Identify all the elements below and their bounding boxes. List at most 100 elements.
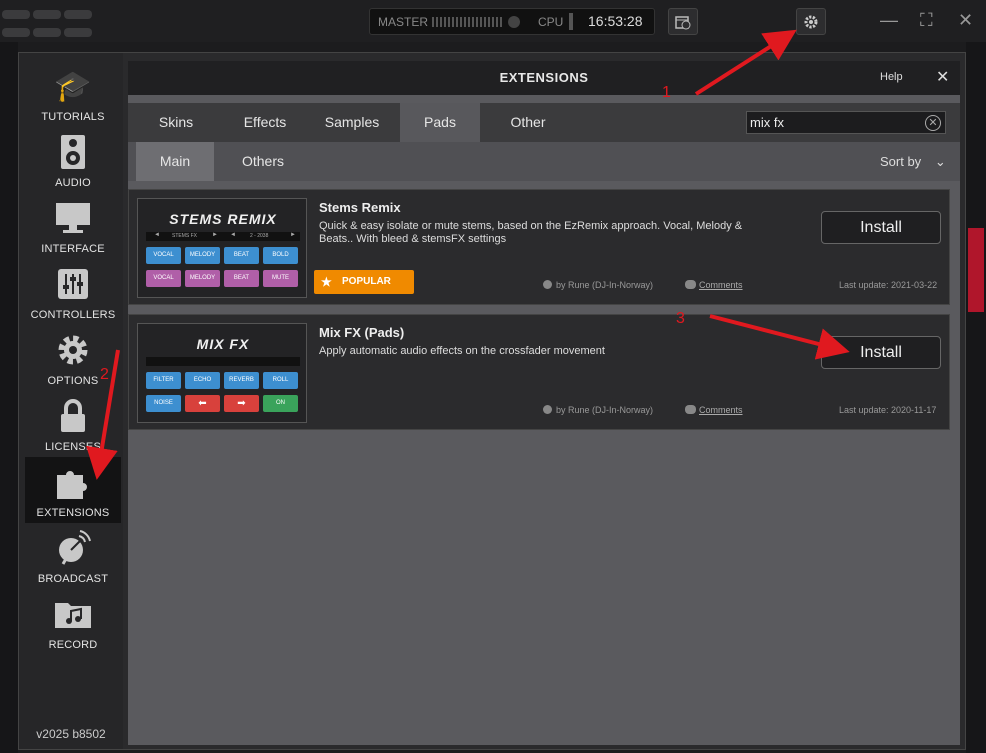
comment-icon bbox=[685, 405, 696, 414]
sub-tabs: Main Others Sort by ⌄ bbox=[128, 142, 960, 181]
pad-beat: BEAT bbox=[224, 247, 259, 264]
settings-dialog: 🎓 TUTORIALS AUDIO INTERFACE CONTROLLERS bbox=[18, 52, 966, 750]
minimize-icon[interactable]: — bbox=[880, 10, 898, 31]
sidebar-item-label: LICENSES bbox=[44, 441, 101, 453]
subtab-main[interactable]: Main bbox=[136, 142, 214, 181]
page-title: EXTENSIONS bbox=[499, 70, 589, 85]
extension-thumbnail: MIX FX FILTER ECHO REVERB ROLL NOISE ⬅ ➡… bbox=[137, 323, 307, 423]
extension-card-mix-fx: MIX FX FILTER ECHO REVERB ROLL NOISE ⬅ ➡… bbox=[128, 314, 950, 430]
gear-icon bbox=[49, 331, 97, 369]
search-input[interactable] bbox=[750, 114, 920, 131]
sidebar-item-label: AUDIO bbox=[55, 177, 91, 189]
extension-thumbnail: STEMS REMIX ◄ STEMS FX ► ◄ 2 - 2038 ► VO… bbox=[137, 198, 307, 298]
annotation-number: 3 bbox=[676, 310, 685, 327]
pad-echo: ECHO bbox=[185, 372, 220, 389]
star-icon: ★ bbox=[321, 275, 332, 289]
background-red-panel bbox=[968, 228, 984, 312]
graduation-cap-icon: 🎓 bbox=[54, 69, 92, 103]
pad-reverb: REVERB bbox=[224, 372, 259, 389]
sidebar-item-licenses[interactable]: LICENSES bbox=[25, 391, 121, 457]
calendar-clock-icon[interactable] bbox=[668, 8, 698, 35]
pad-filter: FILTER bbox=[146, 372, 181, 389]
thumbnail-title: MIX FX bbox=[196, 336, 250, 352]
background-app-right bbox=[966, 42, 986, 753]
category-tabs: Skins Effects Samples Pads Other ✕ bbox=[128, 103, 960, 142]
master-led-icon bbox=[508, 16, 520, 28]
pad-on: ON bbox=[263, 395, 298, 412]
help-link[interactable]: Help bbox=[880, 71, 903, 83]
pad-bold: BOLD bbox=[263, 247, 298, 264]
master-label: MASTER bbox=[378, 15, 429, 29]
sliders-icon bbox=[49, 265, 97, 303]
strip-text: STEMS FX bbox=[172, 233, 198, 239]
chevron-down-icon: ⌄ bbox=[934, 154, 946, 169]
sort-dropdown[interactable]: Sort by ⌄ bbox=[880, 154, 946, 170]
comments-text[interactable]: Comments bbox=[699, 280, 743, 290]
pad-vocal: VOCAL bbox=[146, 270, 181, 287]
extension-description: Quick & easy isolate or mute stems, base… bbox=[319, 220, 743, 245]
strip-text: ◄ bbox=[154, 232, 160, 238]
maximize-icon[interactable]: ⛶ bbox=[920, 10, 933, 31]
pad-mute: MUTE bbox=[263, 270, 298, 287]
sort-label: Sort by bbox=[880, 154, 922, 169]
top-bar: MASTER CPU 16:53:28 — ⛶ ✕ bbox=[0, 0, 986, 42]
comments-text[interactable]: Comments bbox=[699, 405, 743, 415]
extension-card-stems-remix: STEMS REMIX ◄ STEMS FX ► ◄ 2 - 2038 ► VO… bbox=[128, 189, 950, 305]
strip-text: ► bbox=[290, 232, 296, 238]
version-label: v2025 b8502 bbox=[36, 727, 106, 741]
sidebar-item-record[interactable]: RECORD bbox=[25, 589, 121, 655]
panel-header: EXTENSIONS Help ✕ bbox=[128, 61, 960, 95]
tab-effects[interactable]: Effects bbox=[232, 103, 298, 142]
extension-title: Mix FX (Pads) bbox=[319, 325, 405, 340]
pad-melody: MELODY bbox=[185, 247, 220, 264]
tab-other[interactable]: Other bbox=[496, 103, 560, 142]
clock: 16:53:28 bbox=[588, 13, 643, 29]
gear-icon bbox=[804, 15, 818, 28]
thumbnail-strip bbox=[146, 357, 300, 366]
sidebar-item-interface[interactable]: INTERFACE bbox=[25, 193, 121, 259]
menu-icon[interactable] bbox=[2, 10, 95, 40]
tab-pads[interactable]: Pads bbox=[400, 103, 480, 142]
author-text: by Rune (DJ-In-Norway) bbox=[556, 280, 654, 290]
tab-skins[interactable]: Skins bbox=[144, 103, 208, 142]
master-meter bbox=[432, 17, 502, 27]
strip-text: ◄ bbox=[230, 232, 236, 238]
status-box: MASTER CPU 16:53:28 bbox=[369, 8, 655, 35]
thumbnail-strip: ◄ STEMS FX ► ◄ 2 - 2038 ► bbox=[146, 232, 300, 241]
lock-icon bbox=[49, 397, 97, 435]
comments-link[interactable]: Comments bbox=[685, 405, 743, 415]
strip-text: 2 - 2038 bbox=[250, 233, 269, 239]
sidebar-item-extensions[interactable]: EXTENSIONS bbox=[25, 457, 121, 523]
monitor-icon bbox=[49, 199, 97, 237]
sidebar-item-broadcast[interactable]: BROADCAST bbox=[25, 523, 121, 589]
last-update: Last update: 2020-11-17 bbox=[839, 405, 937, 415]
settings-sidebar: 🎓 TUTORIALS AUDIO INTERFACE CONTROLLERS bbox=[19, 53, 123, 749]
close-icon[interactable]: ✕ bbox=[936, 67, 949, 87]
tab-samples[interactable]: Samples bbox=[320, 103, 384, 142]
settings-gear-button[interactable] bbox=[796, 8, 826, 35]
last-update: Last update: 2021-03-22 bbox=[839, 280, 938, 290]
user-icon bbox=[543, 280, 552, 289]
sidebar-item-controllers[interactable]: CONTROLLERS bbox=[25, 259, 121, 325]
close-window-icon[interactable]: ✕ bbox=[958, 10, 973, 31]
clear-search-icon[interactable]: ✕ bbox=[925, 115, 941, 131]
install-button[interactable]: Install bbox=[821, 211, 941, 244]
sidebar-item-audio[interactable]: AUDIO bbox=[25, 127, 121, 193]
pad-noise: NOISE bbox=[146, 395, 181, 412]
strip-text: ► bbox=[212, 232, 218, 238]
sidebar-item-label: RECORD bbox=[48, 639, 98, 651]
install-button[interactable]: Install bbox=[821, 336, 941, 369]
subtab-others[interactable]: Others bbox=[224, 142, 302, 181]
thumbnail-title: STEMS REMIX bbox=[169, 211, 277, 227]
pad-right-arrow: ➡ bbox=[224, 395, 259, 412]
comments-link[interactable]: Comments bbox=[685, 280, 743, 290]
extensions-panel: EXTENSIONS Help ✕ Skins Effects Samples … bbox=[128, 61, 960, 745]
badge-label: POPULAR bbox=[342, 276, 391, 287]
sidebar-item-label: EXTENSIONS bbox=[36, 507, 110, 519]
pad-left-arrow: ⬅ bbox=[185, 395, 220, 412]
sidebar-item-tutorials[interactable]: 🎓 TUTORIALS bbox=[25, 61, 121, 127]
comment-icon bbox=[685, 280, 696, 289]
annotation-number: 2 bbox=[100, 366, 109, 383]
popular-badge: ★ POPULAR bbox=[314, 270, 414, 294]
pad-roll: ROLL bbox=[263, 372, 298, 389]
